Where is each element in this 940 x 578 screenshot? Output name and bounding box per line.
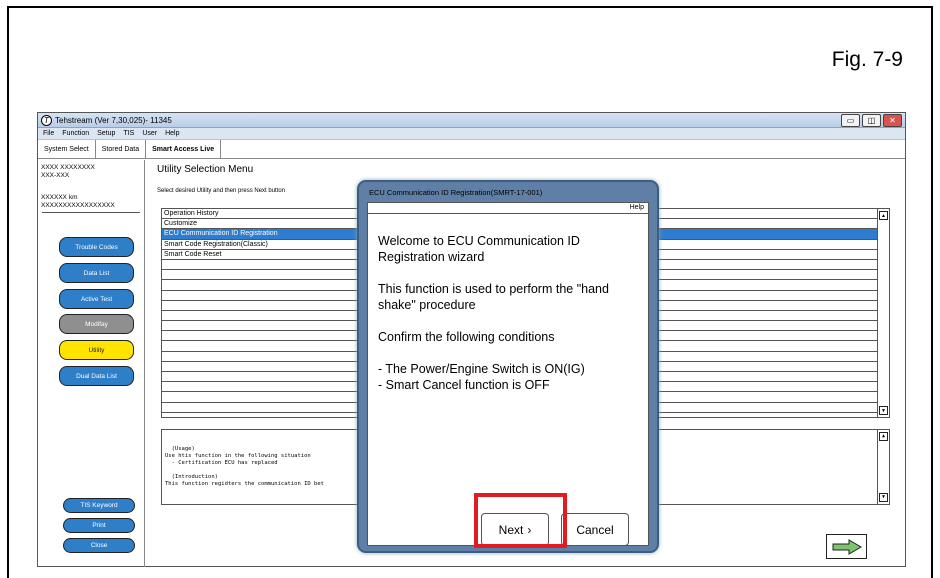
description-text: This function is used to perform the "ha… xyxy=(378,282,609,312)
next-button-highlight xyxy=(474,493,567,548)
figure-label: Fig. 7-9 xyxy=(831,48,903,71)
tab-bar: System Select Stored Data Smart Access L… xyxy=(38,140,905,159)
help-link[interactable]: Help xyxy=(368,203,648,214)
menu-tis[interactable]: TIS xyxy=(123,130,134,137)
next-arrow-button[interactable] xyxy=(826,534,867,559)
tab-system-select[interactable]: System Select xyxy=(38,140,96,158)
scroll-up-icon[interactable]: ▲ xyxy=(879,211,888,220)
minimize-button[interactable]: ▭ xyxy=(841,114,860,127)
odometer: XXXXXX km xyxy=(41,194,78,201)
tab-stored-data[interactable]: Stored Data xyxy=(96,140,147,158)
scroll-down-icon[interactable]: ▼ xyxy=(879,406,888,415)
menu-file[interactable]: File xyxy=(43,130,54,137)
menu-function[interactable]: Function xyxy=(62,130,89,137)
scroll-down-icon[interactable]: ▼ xyxy=(879,493,888,502)
menu-user[interactable]: User xyxy=(142,130,157,137)
menu-bar: File Function Setup TIS User Help xyxy=(38,128,905,140)
vin: XXXXXXXXXXXXXXXXX xyxy=(41,202,115,209)
list-scrollbar[interactable]: ▲ ▼ xyxy=(877,209,889,417)
cancel-button[interactable]: Cancel xyxy=(561,513,629,546)
vehicle-code: XXX-XXX xyxy=(41,172,70,179)
tis-keyword-button[interactable]: TIS Keyword xyxy=(63,498,135,513)
window-title: Tehstream (Ver 7,30,025)- 11345 xyxy=(55,115,172,125)
dual-data-list-button[interactable]: Dual Data List xyxy=(59,366,134,386)
active-test-button[interactable]: Active Test xyxy=(59,289,134,309)
arrow-right-icon xyxy=(832,538,862,555)
sidebar-divider xyxy=(42,212,140,213)
trouble-codes-button[interactable]: Trouble Codes xyxy=(59,237,134,257)
welcome-text: Welcome to ECU Communication ID Registra… xyxy=(378,234,580,264)
window-controls: ▭ ◫ ✕ xyxy=(841,114,902,127)
scroll-up-icon[interactable]: ▲ xyxy=(879,432,888,441)
print-button[interactable]: Print xyxy=(63,518,135,533)
menu-setup[interactable]: Setup xyxy=(97,130,115,137)
condition-power: - The Power/Engine Switch is ON(IG) xyxy=(378,362,585,376)
modify-button[interactable]: Modifay xyxy=(59,314,134,334)
close-window-button[interactable]: ✕ xyxy=(883,114,902,127)
close-button[interactable]: Close xyxy=(63,538,135,553)
utility-button[interactable]: Utility xyxy=(59,340,134,360)
page-subtitle: Select desired Utility and then press Ne… xyxy=(157,188,286,194)
page-title: Utility Selection Menu xyxy=(157,164,254,175)
vehicle-details: XXXXXX km XXXXXXXXXXXXXXXXX xyxy=(41,194,115,210)
vehicle-info: XXXX XXXXXXXX XXX-XXX xyxy=(41,164,95,180)
app-logo-icon: T xyxy=(41,114,52,126)
dialog-title: ECU Communication ID Registration(SMRT-1… xyxy=(369,188,543,197)
confirm-text: Confirm the following conditions xyxy=(378,330,555,344)
data-list-button[interactable]: Data List xyxy=(59,263,134,283)
title-bar: T Tehstream (Ver 7,30,025)- 11345 ▭ ◫ ✕ xyxy=(38,113,905,128)
maximize-button[interactable]: ◫ xyxy=(862,114,881,127)
vehicle-name: XXXX XXXXXXXX xyxy=(41,164,95,171)
sidebar: XXXX XXXXXXXX XXX-XXX XXXXXX km XXXXXXXX… xyxy=(38,160,145,567)
usage-scrollbar[interactable]: ▲ ▼ xyxy=(877,430,889,504)
menu-help[interactable]: Help xyxy=(165,130,179,137)
condition-smart-cancel: - Smart Cancel function is OFF xyxy=(378,378,550,392)
tab-smart-access-live[interactable]: Smart Access Live xyxy=(146,140,222,158)
